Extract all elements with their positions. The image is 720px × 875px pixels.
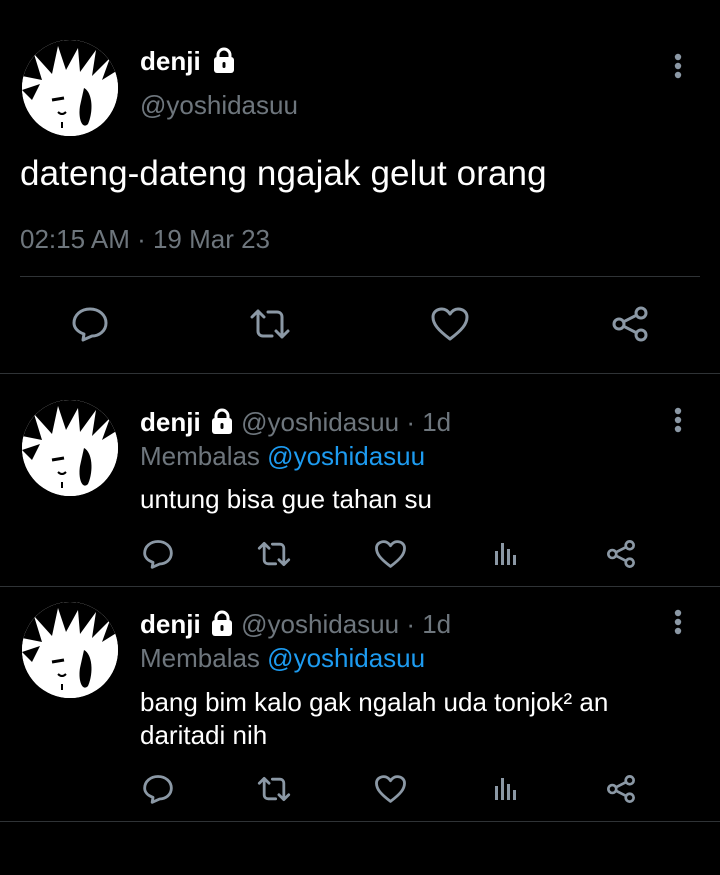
share-icon xyxy=(607,775,635,803)
avatar[interactable] xyxy=(22,40,118,136)
section-divider xyxy=(0,586,720,587)
share-icon xyxy=(607,540,635,568)
more-vertical-icon xyxy=(674,53,682,79)
display-name[interactable]: denji xyxy=(140,407,201,437)
tweet-text: bang bim kalo gak ngalah uda tonjok² an … xyxy=(140,686,608,752)
handle[interactable]: @yoshidasuu xyxy=(241,407,399,437)
avatar[interactable] xyxy=(22,400,118,496)
share-button[interactable] xyxy=(602,536,640,572)
tweet-text: untung bisa gue tahan su xyxy=(140,484,432,515)
avatar-image xyxy=(22,40,118,136)
share-button[interactable] xyxy=(602,771,640,807)
handle[interactable]: @yoshidasuu xyxy=(241,609,399,639)
reply-icon xyxy=(143,775,173,804)
tweet-text-line: bang bim kalo gak ngalah uda tonjok² an xyxy=(140,687,609,717)
like-button[interactable] xyxy=(370,771,410,807)
tweet-text-line: daritadi nih xyxy=(140,720,268,750)
like-icon xyxy=(374,775,406,803)
display-name[interactable]: denji xyxy=(140,609,201,639)
avatar[interactable] xyxy=(22,602,118,698)
display-name-text: denji xyxy=(140,46,201,76)
tweet-timestamp[interactable]: 02:15 AM · 19 Mar 23 xyxy=(20,224,270,255)
mention-link[interactable]: @yoshidasuu xyxy=(267,643,425,673)
display-name[interactable]: denji xyxy=(140,46,236,77)
analytics-icon xyxy=(495,543,516,565)
replying-to-label: Membalas xyxy=(140,441,260,471)
lock-icon xyxy=(213,47,234,74)
more-vertical-icon xyxy=(674,609,682,635)
reply-icon xyxy=(143,540,173,569)
handle[interactable]: @yoshidasuu xyxy=(140,90,298,121)
mention-link[interactable]: @yoshidasuu xyxy=(267,441,425,471)
retweet-button[interactable] xyxy=(246,302,294,346)
analytics-icon xyxy=(495,778,516,800)
more-options-button[interactable] xyxy=(666,602,690,642)
section-divider xyxy=(0,821,720,822)
more-options-button[interactable] xyxy=(666,400,690,440)
retweet-icon xyxy=(257,776,291,802)
tweet-age: · 1d xyxy=(406,609,452,639)
retweet-icon xyxy=(257,541,291,567)
lock-icon xyxy=(211,408,232,435)
retweet-button[interactable] xyxy=(252,536,296,572)
tweet-text: dateng-dateng ngajak gelut orang xyxy=(20,154,547,193)
like-icon xyxy=(374,540,406,568)
reply-button[interactable] xyxy=(138,771,178,807)
replying-to: Membalas @yoshidasuu xyxy=(140,441,425,472)
reply-button[interactable] xyxy=(68,302,112,346)
share-icon xyxy=(612,306,648,342)
like-icon xyxy=(431,307,469,341)
reply-button[interactable] xyxy=(138,536,178,572)
analytics-button[interactable] xyxy=(488,771,524,807)
avatar-image xyxy=(22,400,118,496)
retweet-icon xyxy=(250,309,290,339)
share-button[interactable] xyxy=(608,302,652,346)
like-button[interactable] xyxy=(370,536,410,572)
replying-to: Membalas @yoshidasuu xyxy=(140,643,425,674)
more-vertical-icon xyxy=(674,407,682,433)
lock-icon xyxy=(211,610,232,637)
more-options-button[interactable] xyxy=(666,46,690,86)
analytics-button[interactable] xyxy=(488,536,524,572)
tweet-text-line: untung bisa gue tahan su xyxy=(140,484,433,514)
like-button[interactable] xyxy=(427,302,473,346)
retweet-button[interactable] xyxy=(252,771,296,807)
tweet-age: · 1d xyxy=(406,407,452,437)
replying-to-label: Membalas xyxy=(140,643,260,673)
section-divider xyxy=(0,373,720,374)
reply-header: denji @yoshidasuu · 1d xyxy=(140,407,451,438)
avatar-image xyxy=(22,602,118,698)
divider xyxy=(20,276,700,277)
reply-header: denji @yoshidasuu · 1d xyxy=(140,609,451,640)
reply-icon xyxy=(72,307,108,342)
